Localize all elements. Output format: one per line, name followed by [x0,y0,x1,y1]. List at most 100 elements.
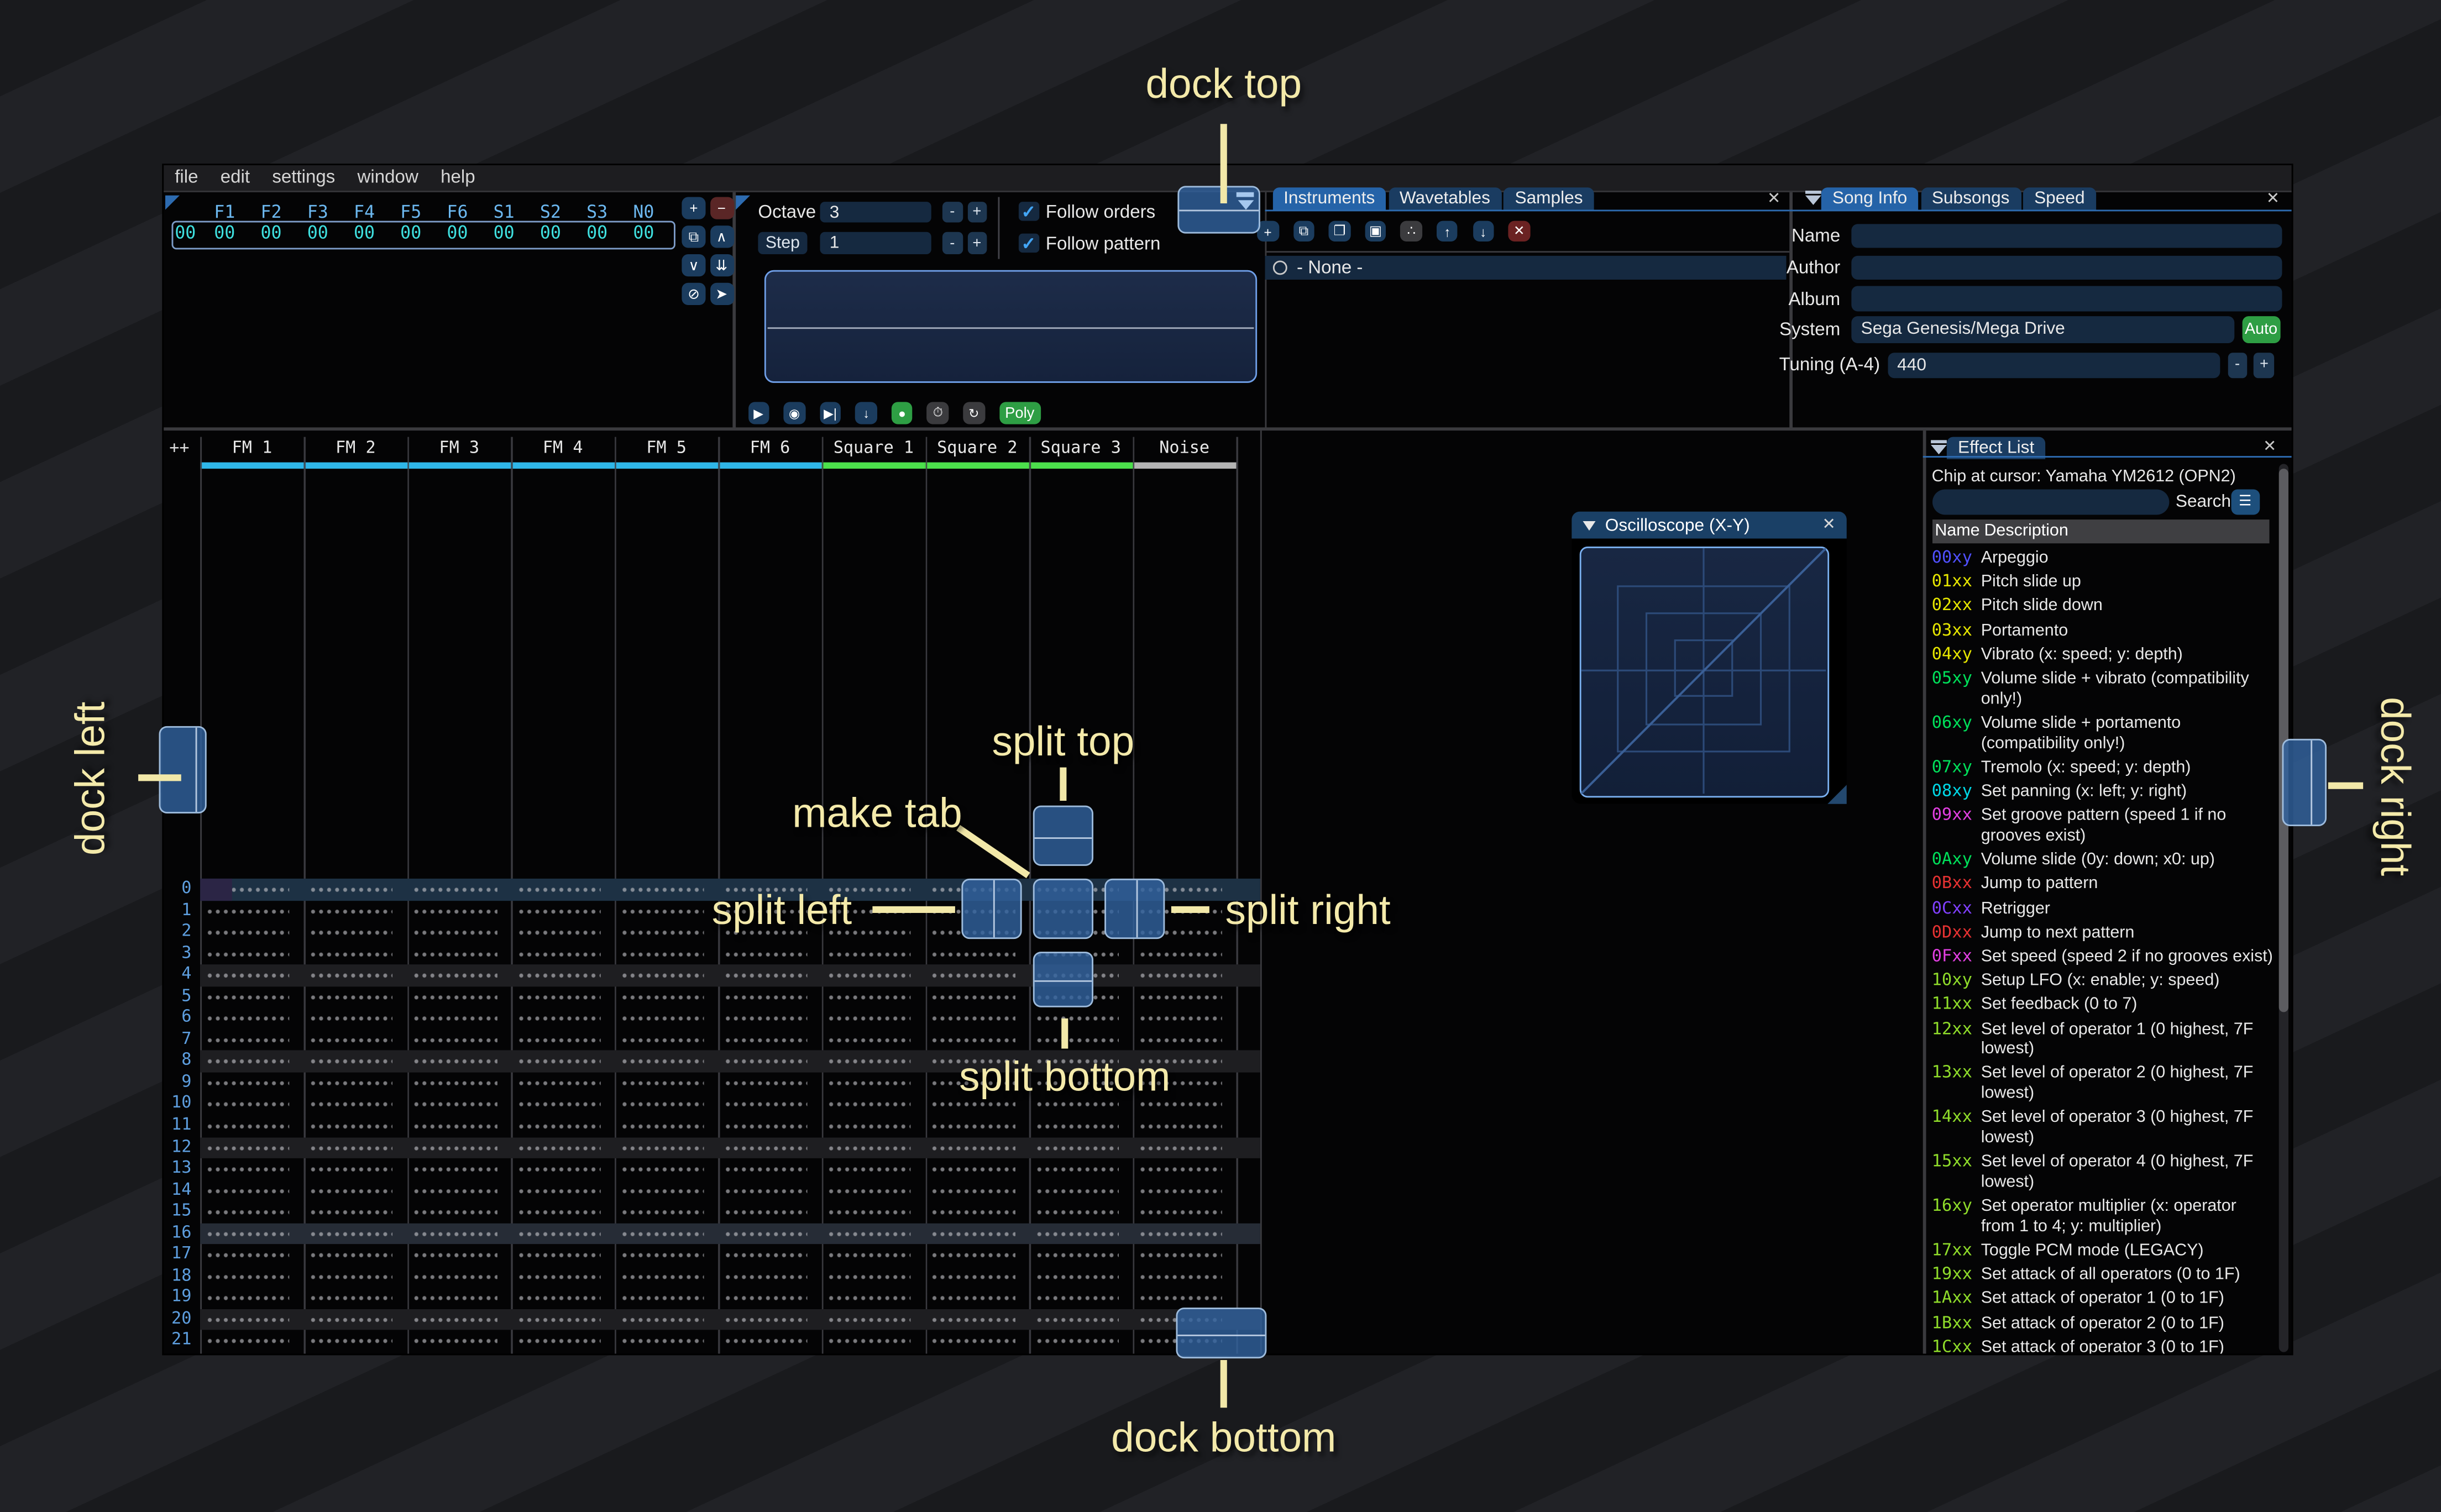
window-menu-icon[interactable] [1805,190,1821,205]
instruments-tab[interactable]: Samples [1504,187,1594,211]
row-cells[interactable] [200,964,1260,986]
dock-left-target[interactable] [159,725,206,813]
tuning-minus-button[interactable]: - [2227,352,2248,378]
split-bottom-target[interactable] [1033,952,1093,1007]
effect-row[interactable]: 03xx Portamento [1932,621,2274,641]
effect-row[interactable]: 0Dxx Jump to next pattern [1932,923,2274,943]
pattern-row[interactable]: 6 [164,1007,1259,1030]
pattern-row[interactable]: 18 [164,1266,1259,1288]
auto-system-button[interactable]: Auto [2242,316,2281,343]
menu-item[interactable]: settings [272,169,335,188]
effect-row[interactable]: 01xx Pitch slide up [1932,573,2274,593]
follow-orders-label[interactable]: Follow orders [1046,203,1155,222]
row-cells[interactable] [200,1029,1259,1051]
menu-item[interactable]: window [358,169,418,188]
instrument-name[interactable]: - None - [1297,259,1363,278]
order-column-header[interactable]: F2 [248,202,294,223]
instruments-close-icon[interactable]: ✕ [1767,191,1780,208]
oscilloscope-close-icon[interactable]: ✕ [1822,516,1836,534]
play-from-cursor-button[interactable]: ▶| [819,402,841,426]
order-row-label[interactable]: 00 [175,223,196,243]
row-cells[interactable] [200,943,1259,965]
panel-separator[interactable] [164,428,2291,431]
effect-row[interactable]: 0Cxx Retrigger [1932,899,2274,919]
order-cell[interactable]: 00 [481,223,527,243]
order-cell[interactable]: 00 [248,223,294,243]
collapse-icon[interactable] [1583,520,1596,530]
song-info-tab[interactable]: Song Info [1821,187,1919,211]
effect-row[interactable]: 19xx Set attack of all operators (0 to 1… [1932,1265,2274,1285]
record-button[interactable]: ● [891,402,913,426]
name-field[interactable] [1851,224,2282,249]
order-cell[interactable]: 00 [387,223,434,243]
open-instrument-button[interactable]: ❐ [1329,221,1350,243]
tuning-input[interactable] [1887,352,2220,378]
play-pattern-button[interactable]: ◉ [783,402,805,426]
effect-row[interactable]: 1Bxx Set attack of operator 2 (0 to 1F) [1932,1314,2274,1334]
order-column-header[interactable]: F1 [201,202,248,223]
pattern-row[interactable]: 3 [164,943,1259,965]
effect-row[interactable]: 15xx Set level of operator 4 (0 highest,… [1932,1152,2274,1193]
effect-row[interactable]: 09xx Set groove pattern (speed 1 if no gr… [1932,806,2274,846]
effect-row[interactable]: 0Bxx Jump to pattern [1932,874,2274,895]
pattern-row[interactable]: 11 [164,1115,1259,1137]
pattern-row[interactable]: 16 [164,1222,1260,1245]
effect-row[interactable]: 1Axx Set attack of operator 1 (0 to 1F) [1932,1289,2274,1310]
order-column-header[interactable]: S2 [527,202,574,223]
effect-row[interactable]: 04xy Vibrato (x: speed; y: depth) [1932,645,2274,665]
effect-row[interactable]: 14xx Set level of operator 3 (0 highest,… [1932,1108,2274,1148]
oscilloscope-window[interactable]: Oscilloscope (X-Y) ✕ [1572,511,1847,804]
effect-row[interactable]: 10xy Setup LFO (x: enable; y: speed) [1932,971,2274,991]
instruments-tab[interactable]: Wavetables [1388,187,1502,211]
metronome-button[interactable]: ⏱ [927,402,949,426]
follow-orders-checkbox[interactable]: ✓ [1018,202,1039,222]
effect-list-close-icon[interactable]: ✕ [2263,439,2276,457]
pattern-row[interactable]: 17 [164,1244,1259,1266]
order-cell[interactable]: 00 [434,223,480,243]
effect-row[interactable]: 00xy Arpeggio [1932,548,2274,569]
pattern-row[interactable]: 5 [164,986,1259,1008]
row-cells[interactable] [200,1244,1259,1266]
step-minus-button[interactable]: - [942,233,962,254]
effect-row[interactable]: 07xy Tremolo (x: speed; y: depth) [1932,758,2274,778]
resize-grip[interactable] [1827,785,1847,804]
instrument-list-item[interactable]: - None - [1264,255,1787,281]
follow-pattern-label[interactable]: Follow pattern [1046,235,1161,254]
effect-search-input[interactable] [1931,489,2170,515]
window-menu-icon[interactable] [1931,440,1947,455]
author-field[interactable] [1851,255,2282,280]
deep-clone-button[interactable]: ⊘ [682,282,706,306]
menu-item[interactable]: help [441,169,475,188]
row-cells[interactable] [200,1007,1259,1030]
pattern-row[interactable]: 4 [164,964,1260,986]
order-cell[interactable]: 00 [201,223,248,243]
step-plus-button[interactable]: + [967,233,987,254]
order-edit-mode-button[interactable]: ➤ [709,282,734,306]
row-cells[interactable] [200,1115,1259,1137]
add-order-button[interactable]: + [682,197,706,221]
octave-plus-button[interactable]: + [967,202,987,223]
effect-list-menu-button[interactable]: ☰ [2231,489,2259,515]
pattern-row[interactable]: 15 [164,1201,1259,1223]
song-info-tab[interactable]: Subsongs [1920,187,2021,211]
poly-button[interactable]: Poly [999,402,1041,426]
pattern-row[interactable]: 14 [164,1180,1259,1202]
pattern-row[interactable]: 19 [164,1287,1259,1309]
name-column-header[interactable]: Name [1932,522,1984,541]
song-info-tab[interactable]: Speed [2023,187,2096,211]
row-cells[interactable] [200,986,1259,1008]
move-instrument-up-button[interactable]: ↑ [1436,221,1458,243]
effect-row[interactable]: 06xy Volume slide + portamento (compatibi… [1932,713,2274,754]
order-column-header[interactable]: F5 [387,202,434,223]
order-cell[interactable]: 00 [574,223,620,243]
order-cell[interactable]: 00 [527,223,574,243]
octave-input[interactable] [820,202,931,223]
effect-row[interactable]: 05xy Volume slide + vibrato (compatibili… [1932,669,2274,709]
effect-table-header[interactable]: Name Description [1931,519,2270,543]
menu-item[interactable]: file [175,169,198,188]
move-order-up-button[interactable]: ∧ [709,225,734,249]
pattern-corner-label[interactable]: ++ [169,439,189,458]
panel-separator[interactable] [1923,430,1926,1355]
row-cells[interactable] [200,1158,1259,1180]
pattern-row[interactable]: 12 [164,1137,1260,1159]
